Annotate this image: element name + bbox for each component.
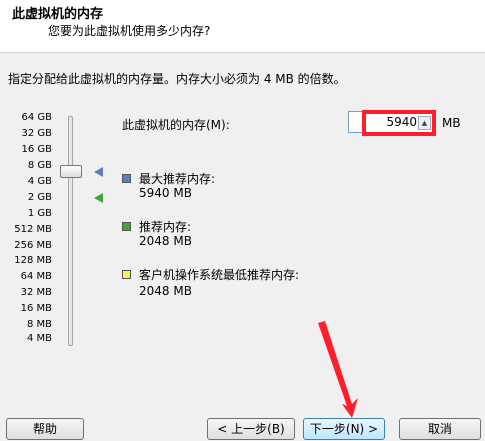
memory-slider-thumb[interactable] [60,165,82,178]
instruction-text: 指定分配给此虚拟机的内存量。内存大小必须为 4 MB 的倍数。 [8,72,346,86]
guest-min-label: 客户机操作系统最低推荐内存: [139,268,300,282]
max-recommended-value: 5940 MB [139,186,192,200]
guest-min-square-icon [122,270,131,279]
next-button[interactable]: 下一步(N) > [303,418,385,440]
recommended-square-icon [122,222,131,231]
recommended-marker-icon [94,193,103,203]
guest-min-value: 2048 MB [139,284,192,298]
dialog-header: 此虚拟机的内存 您要为此虚拟机使用多少内存? [0,0,485,53]
memory-input[interactable] [365,114,417,130]
scale-tick: 32 MB [20,287,52,298]
spinner-arrow-icon[interactable]: ▲ [418,116,431,130]
memory-unit: MB [442,116,461,130]
memory-spinbox[interactable]: ▲ [348,111,434,133]
scale-tick: 16 MB [20,303,52,314]
memory-slider-track[interactable] [68,116,73,346]
scale-tick: 4 MB [26,333,52,344]
page-subtitle: 您要为此虚拟机使用多少内存? [48,24,211,38]
page-title: 此虚拟机的内存 [12,7,104,22]
scale-tick: 16 GB [21,144,52,155]
scale-tick: 8 GB [27,160,52,171]
scale-tick: 8 MB [26,319,52,330]
scale-tick: 64 GB [21,112,52,123]
scale-tick: 32 GB [21,128,52,139]
cancel-button[interactable]: 取消 [399,418,481,440]
max-recommended-square-icon [122,174,131,183]
scale-tick: 2 GB [27,192,52,203]
memory-label: 此虚拟机的内存(M): [122,118,230,132]
scale-tick: 4 GB [27,176,52,187]
scale-tick: 256 MB [14,240,52,251]
recommended-value: 2048 MB [139,234,192,248]
scale-tick: 512 MB [14,224,52,235]
help-button[interactable]: 帮助 [6,418,84,440]
scale-tick: 1 GB [27,208,52,219]
scale-tick: 128 MB [14,255,52,266]
back-button[interactable]: < 上一步(B) [207,418,295,440]
max-recommended-label: 最大推荐内存: [139,172,216,186]
scale-tick: 64 MB [20,271,52,282]
max-recommended-marker-icon [94,167,103,177]
recommended-label: 推荐内存: [139,220,192,234]
